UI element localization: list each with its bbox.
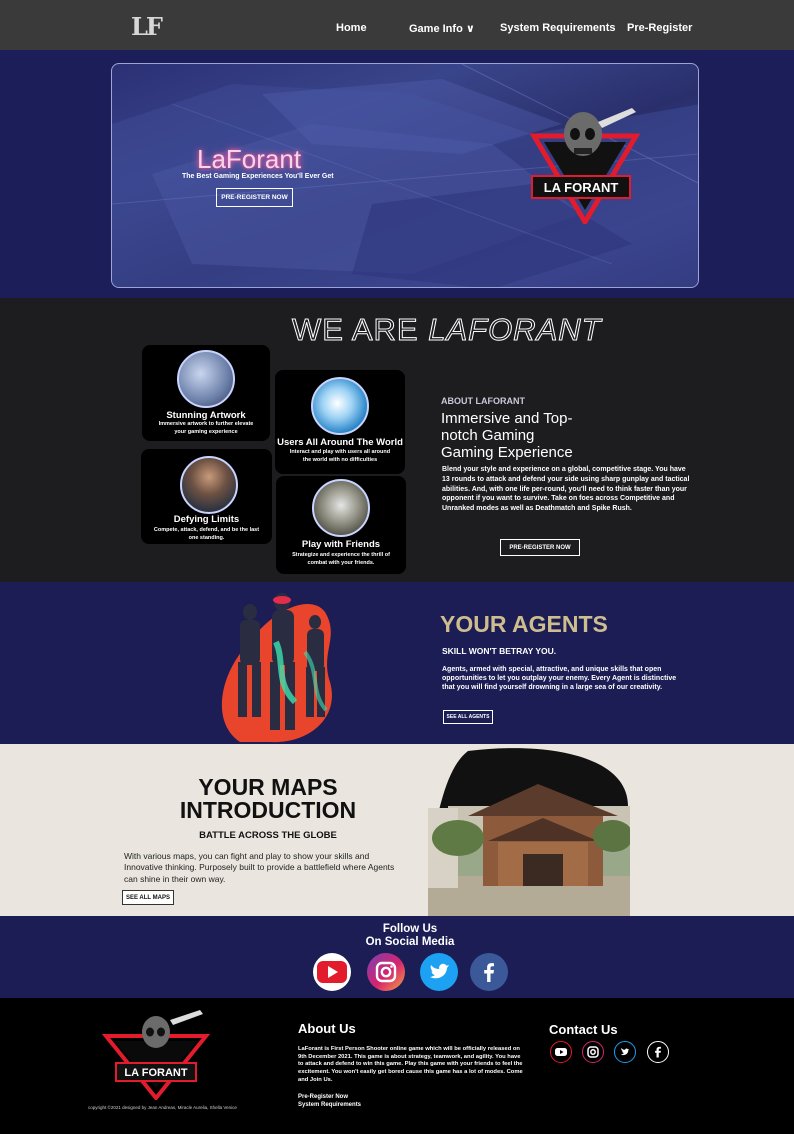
footer-emblem: LA FORANT bbox=[100, 1008, 212, 1102]
nav-system-requirements[interactable]: System Requirements bbox=[500, 22, 616, 34]
feature-title: Users All Around The World bbox=[277, 437, 403, 448]
facebook-icon[interactable] bbox=[647, 1041, 669, 1063]
feature-text: Compete, attack, defend, and be the last… bbox=[153, 527, 260, 541]
feature-text: Interact and play with users all around … bbox=[289, 449, 391, 463]
feature-card-global: Users All Around The World Interact and … bbox=[275, 370, 405, 474]
feature-text: Immersive artwork to further elevate you… bbox=[158, 421, 254, 435]
site-logo[interactable]: LF bbox=[131, 12, 163, 41]
youtube-icon[interactable] bbox=[313, 953, 351, 991]
social-section: Follow Us On Social Media bbox=[0, 916, 794, 998]
maps-title-line1: YOUR MAPS bbox=[198, 774, 338, 800]
hero-title: LaForant bbox=[197, 144, 302, 174]
feature-title: Play with Friends bbox=[301, 539, 381, 550]
maps-subtitle: BATTLE ACROSS THE GLOBE bbox=[199, 830, 337, 841]
feature-card-artwork: Stunning Artwork Immersive artwork to fu… bbox=[142, 345, 270, 441]
social-heading-line2: On Social Media bbox=[365, 935, 455, 948]
maps-body: With various maps, you can fight and pla… bbox=[124, 851, 395, 884]
nav-home[interactable]: Home bbox=[336, 22, 367, 34]
contact-us-heading: Contact Us bbox=[549, 1022, 618, 1037]
about-us-text: LaForant is First Person Shooter online … bbox=[298, 1046, 523, 1083]
about-heading: Immersive and Top-notch Gaming Gaming Ex… bbox=[441, 410, 573, 461]
footer: LA FORANT copyright ©2021 designed by Je… bbox=[0, 998, 794, 1134]
squad-avatar bbox=[312, 479, 370, 537]
laforant-emblem: LA FORANT bbox=[528, 104, 646, 227]
feature-title: Stunning Artwork bbox=[166, 410, 246, 421]
twitter-icon[interactable] bbox=[614, 1041, 636, 1063]
map-preview-image bbox=[428, 746, 630, 916]
nav-pre-register[interactable]: Pre-Register bbox=[627, 22, 692, 34]
emblem-text: LA FORANT bbox=[544, 180, 619, 195]
feature-card-friends: Play with Friends Strategize and experie… bbox=[276, 476, 406, 574]
about-body: Blend your style and experience on a glo… bbox=[442, 466, 690, 513]
twitter-icon[interactable] bbox=[420, 953, 458, 991]
see-all-maps-button[interactable]: SEE ALL MAPS bbox=[122, 890, 174, 905]
instagram-icon[interactable] bbox=[367, 953, 405, 991]
footer-link-pre-register[interactable]: Pre-Register Now bbox=[298, 1094, 348, 1100]
soldier-avatar bbox=[180, 456, 238, 514]
hero-section: LaForant The Best Gaming Experiences You… bbox=[0, 50, 794, 298]
youtube-icon[interactable] bbox=[550, 1041, 572, 1063]
instagram-icon[interactable] bbox=[582, 1041, 604, 1063]
feature-text: Strategize and experience the thrill of … bbox=[292, 552, 390, 566]
hero-pre-register-button[interactable]: PRE-REGISTER NOW bbox=[216, 188, 293, 207]
social-heading: Follow Us On Social Media bbox=[340, 923, 480, 949]
copyright-text: copyright ©2021 designed by Jean Andreas… bbox=[88, 1105, 237, 1110]
agents-title: YOUR AGENTS bbox=[440, 611, 608, 637]
see-all-agents-button[interactable]: SEE ALL AGENTS bbox=[443, 710, 493, 724]
footer-link-system-requirements[interactable]: System Requirements bbox=[298, 1102, 361, 1108]
maps-title: YOUR MAPS INTRODUCTION bbox=[130, 776, 406, 822]
agents-subtitle: SKILL WON'T BETRAY YOU. bbox=[442, 646, 557, 656]
feature-card-limits: Defying Limits Compete, attack, defend, … bbox=[141, 449, 272, 544]
feature-title: Defying Limits bbox=[173, 514, 240, 525]
artwork-avatar bbox=[177, 350, 235, 408]
top-navbar: LF Home Game Info ∨ System Requirements … bbox=[0, 0, 794, 50]
we-are-title-plain: WE ARE bbox=[292, 312, 419, 348]
hero-subtitle: The Best Gaming Experiences You'll Ever … bbox=[182, 173, 334, 180]
nav-game-info-dropdown[interactable]: Game Info ∨ bbox=[409, 22, 475, 35]
agents-artwork bbox=[221, 593, 332, 743]
globe-avatar bbox=[311, 377, 369, 435]
we-are-title-italic: LAFORANT bbox=[428, 312, 602, 348]
about-pre-register-button[interactable]: PRE-REGISTER NOW bbox=[500, 539, 580, 556]
facebook-icon[interactable] bbox=[470, 953, 508, 991]
footer-emblem-text: LA FORANT bbox=[124, 1067, 187, 1079]
maps-title-line2: INTRODUCTION bbox=[179, 797, 357, 823]
agents-section: YOUR AGENTS SKILL WON'T BETRAY YOU. Agen… bbox=[0, 582, 794, 744]
agents-body: Agents, armed with special, attractive, … bbox=[442, 666, 677, 691]
maps-section: YOUR MAPS INTRODUCTION BATTLE ACROSS THE… bbox=[0, 744, 794, 916]
we-are-section: WE ARE LAFORANT Stunning Artwork Immersi… bbox=[0, 298, 794, 582]
we-are-title: WE ARE LAFORANT bbox=[292, 312, 602, 348]
social-heading-line1: Follow Us bbox=[382, 923, 438, 935]
hero-banner: LaForant The Best Gaming Experiences You… bbox=[111, 63, 699, 288]
about-kicker: ABOUT LAFORANT bbox=[441, 396, 525, 406]
about-us-heading: About Us bbox=[298, 1021, 356, 1036]
